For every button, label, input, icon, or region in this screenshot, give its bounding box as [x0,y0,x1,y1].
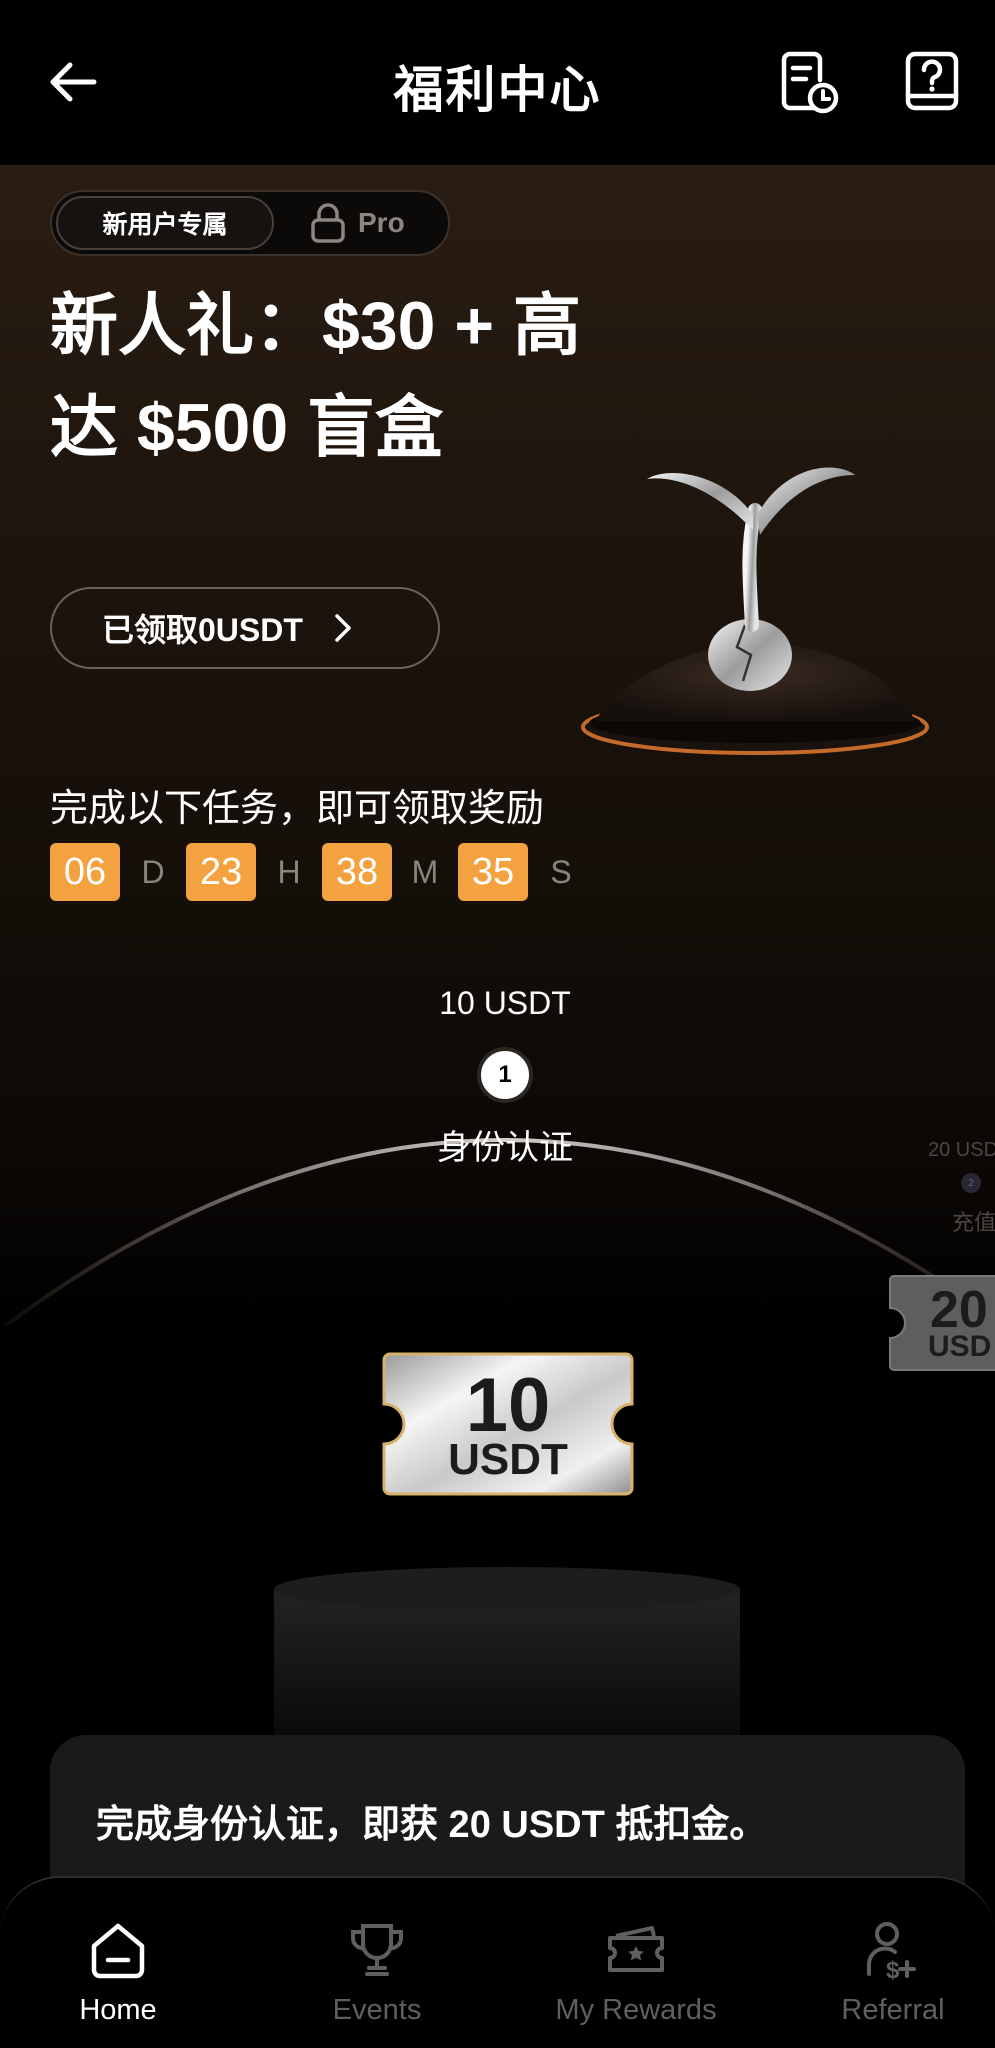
nav-my-rewards-label: My Rewards [555,1994,717,2026]
coupon-step-1-unit: USDT [448,1435,568,1484]
coupon-step-2[interactable]: 20 USD [886,1272,995,1374]
coupon-step-1[interactable]: 10 USDT [380,1350,636,1498]
countdown-minutes-unit: M [411,853,439,890]
countdown-minutes: 38 [322,843,392,901]
chevron-right-icon [335,614,351,642]
countdown-timer: 06 D 23 H 38 M 35 S [50,843,594,901]
step-2-label: 充值 [952,1210,995,1235]
step-2-reward: 20 USD [928,1139,995,1161]
user-type-switch: 新用户专属 Pro [50,190,450,256]
step-1-reward: 10 USDT [439,985,571,1021]
sprout-illustration [581,467,929,755]
svg-text:$: $ [886,1957,900,1982]
tab-new-user[interactable]: 新用户专属 [56,196,274,250]
trophy-icon [351,1924,403,1976]
step-2-node[interactable]: 2 [961,1173,981,1193]
nav-home[interactable]: Home [18,1918,218,2027]
nav-referral-label: Referral [841,1994,945,2026]
nav-home-label: Home [79,1994,157,2026]
top-app-bar: 福利中心 [0,0,995,165]
help-book-icon[interactable] [900,50,966,116]
tab-pro[interactable]: Pro [310,192,405,254]
task-description: 完成身份认证，即获 20 USDT 抵扣金。 [96,1804,768,1846]
hero-section: 新用户专属 Pro 新人礼：$30 + 高达 $500 盲盒 已领取0USDT [0,165,995,1325]
home-icon [91,1923,145,1979]
nav-events-label: Events [332,1994,422,2026]
countdown-seconds: 35 [458,843,528,901]
history-document-icon[interactable] [776,50,842,116]
countdown-days: 06 [50,843,120,901]
tab-pro-label: Pro [358,207,405,238]
claimed-amount-label: 已领取0USDT [102,612,303,648]
countdown-days-unit: D [141,853,165,890]
coupon-step-2-unit: USD [928,1330,992,1363]
countdown-seconds-unit: S [550,853,572,890]
step-1-label: 身份认证 [437,1129,573,1167]
claimed-amount-button[interactable]: 已领取0USDT [50,587,440,669]
lock-icon [311,203,345,243]
nav-events[interactable]: Events [277,1918,477,2027]
ticket-icon [608,1926,664,1972]
coupon-step-1-amount: 10 [465,1363,551,1448]
step-1-node[interactable]: 1 [477,1047,533,1103]
user-plus-dollar-icon: $ [867,1922,916,1982]
countdown-hours-unit: H [277,853,301,890]
nav-referral[interactable]: $ Referral [793,1918,993,2027]
countdown-hours: 23 [186,843,256,901]
page-title: 福利中心 [393,62,602,118]
bottom-navigation: Home Events My Rewards $ Referral [0,1876,995,2048]
task-title: 完成以下任务，即可领取奖励 [50,788,545,830]
nav-my-rewards[interactable]: My Rewards [536,1918,736,2027]
hero-title: 新人礼：$30 + 高达 $500 盲盒 [50,288,581,466]
